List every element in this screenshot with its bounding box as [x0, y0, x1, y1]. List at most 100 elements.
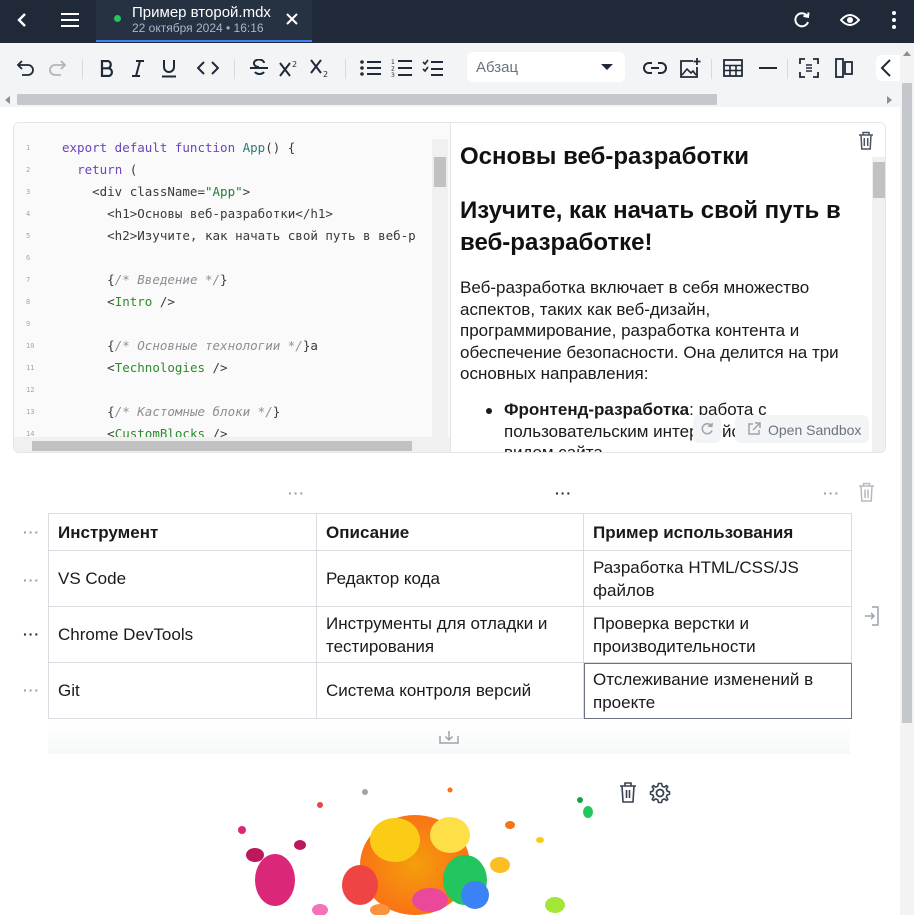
scrollbar-thumb[interactable] [873, 162, 885, 198]
scrollbar-thumb[interactable] [434, 157, 446, 187]
redo-icon [49, 60, 67, 76]
numbered-list-button[interactable]: 123 [389, 55, 415, 81]
chevron-left-icon [17, 13, 26, 27]
table-header-cell[interactable]: Инструмент [48, 513, 317, 551]
add-column-button[interactable] [864, 606, 880, 631]
table-cell[interactable]: Редактор кода [316, 550, 584, 607]
bold-icon [100, 59, 113, 77]
column-handle-dots[interactable]: ··· [555, 485, 572, 501]
line-number: 10 [26, 342, 35, 350]
preview-vertical-scrollbar[interactable] [872, 157, 885, 452]
inline-code-button[interactable] [195, 55, 221, 81]
line-number: 8 [26, 298, 31, 306]
scroll-up-arrow-icon[interactable] [903, 51, 911, 56]
reload-button[interactable] [780, 0, 824, 40]
row-handle-dots[interactable]: ··· [23, 572, 40, 588]
scrollbar-thumb[interactable] [902, 83, 912, 723]
numbered-list-icon: 123 [391, 59, 412, 78]
svg-text:3: 3 [391, 72, 395, 78]
redo-button[interactable] [44, 55, 70, 81]
table-header-cell[interactable]: Пример использования [583, 513, 852, 551]
scroll-right-arrow-icon[interactable] [887, 96, 892, 104]
checklist-button[interactable] [420, 55, 446, 81]
code-horizontal-scrollbar[interactable] [14, 437, 450, 452]
paint-splash-image[interactable] [200, 770, 620, 915]
link-button[interactable] [642, 55, 668, 81]
sandpack-block: 1 export default function App() {2 return… [13, 122, 886, 453]
code-editor[interactable]: 1 export default function App() {2 return… [14, 123, 450, 452]
underline-button[interactable] [156, 55, 182, 81]
bullet-list-icon [360, 60, 381, 76]
delete-image-button[interactable] [618, 781, 638, 808]
row-handle-dots[interactable]: ··· [23, 626, 40, 642]
tab-title: Пример второй.mdx [132, 4, 271, 21]
preview-button[interactable] [828, 0, 872, 40]
italic-button[interactable] [125, 55, 151, 81]
table-cell[interactable]: Проверка верстки и производительности [583, 606, 852, 663]
page-vertical-scrollbar[interactable] [900, 43, 914, 915]
more-menu-button[interactable] [872, 0, 914, 40]
line-number: 13 [26, 408, 35, 416]
table-cell[interactable]: Git [48, 662, 317, 719]
bulleted-list-button[interactable] [358, 55, 384, 81]
saved-status-dot [114, 15, 121, 22]
block-type-select[interactable]: Абзац [467, 52, 625, 82]
refresh-preview-button[interactable] [693, 415, 721, 443]
delete-table-button[interactable] [858, 482, 875, 507]
more-vertical-icon [892, 11, 896, 29]
menu-button[interactable] [48, 0, 92, 40]
hamburger-icon [61, 13, 79, 27]
column-handle-dots[interactable]: ··· [288, 485, 305, 501]
toolbar-separator [82, 59, 83, 79]
bold-button[interactable] [94, 55, 120, 81]
table-icon [723, 59, 743, 77]
tab-document[interactable]: Пример второй.mdx 22 октября 2024 • 16:1… [96, 0, 312, 42]
frontmatter-button[interactable] [796, 55, 822, 81]
subscript-button[interactable]: 2 [308, 55, 334, 81]
back-button[interactable] [0, 0, 44, 40]
scrollbar-thumb[interactable] [32, 441, 412, 451]
table-cell[interactable]: VS Code [48, 550, 317, 607]
toolbar-horizontal-scrollbar[interactable] [0, 93, 900, 107]
insert-table-button[interactable] [720, 55, 746, 81]
strikethrough-button[interactable] [246, 55, 272, 81]
row-handle-dots[interactable]: ··· [23, 682, 40, 698]
scroll-left-arrow-icon[interactable] [5, 96, 10, 104]
table-cell-selected[interactable]: Отслеживание изменений в проекте [583, 662, 852, 719]
open-sandbox-button[interactable]: Open Sandbox [735, 415, 869, 443]
horizontal-rule-button[interactable] [755, 55, 781, 81]
line-number: 11 [26, 364, 35, 372]
eye-icon [840, 14, 860, 26]
delete-sandbox-button[interactable] [855, 128, 877, 152]
subscript-icon: 2 [310, 59, 328, 77]
table-cell[interactable]: Разработка HTML/CSS/JS файлов [583, 550, 852, 607]
code-vertical-scrollbar[interactable] [432, 139, 448, 437]
undo-button[interactable] [13, 55, 39, 81]
column-handle-dots[interactable]: ··· [823, 485, 840, 501]
frame-icon [799, 58, 819, 78]
insert-image-button[interactable] [677, 55, 703, 81]
close-icon [286, 13, 298, 25]
add-row-button[interactable] [48, 722, 850, 754]
table-header-cell[interactable]: Описание [316, 513, 584, 551]
table-row: Chrome DevTools Инструменты для отладки … [48, 606, 852, 663]
superscript-button[interactable]: 2 [277, 55, 303, 81]
row-handle-dots[interactable]: ··· [23, 524, 40, 540]
table-cell[interactable]: Инструменты для отладки и тестирования [316, 606, 584, 663]
table-cell[interactable]: Chrome DevTools [48, 606, 317, 663]
insert-row-icon [439, 731, 459, 744]
title-bar: Пример второй.mdx 22 октября 2024 • 16:1… [0, 0, 914, 43]
table-row: VS Code Редактор кода Разработка HTML/CS… [48, 550, 852, 607]
columns-button[interactable] [831, 55, 857, 81]
scrollbar-thumb[interactable] [17, 94, 717, 105]
table-cell[interactable]: Система контроля версий [316, 662, 584, 719]
code-icon [197, 61, 219, 75]
refresh-icon [701, 422, 713, 435]
sandbox-actions: Open Sandbox [693, 413, 873, 445]
code-text: {/* Кастомные блоки */} [62, 404, 281, 419]
editor-toolbar: 2 2 123 [0, 43, 914, 93]
image-settings-button[interactable] [648, 781, 672, 810]
insert-component-button[interactable] [876, 55, 900, 81]
line-number: 3 [26, 188, 31, 196]
tab-close-button[interactable] [284, 11, 300, 27]
